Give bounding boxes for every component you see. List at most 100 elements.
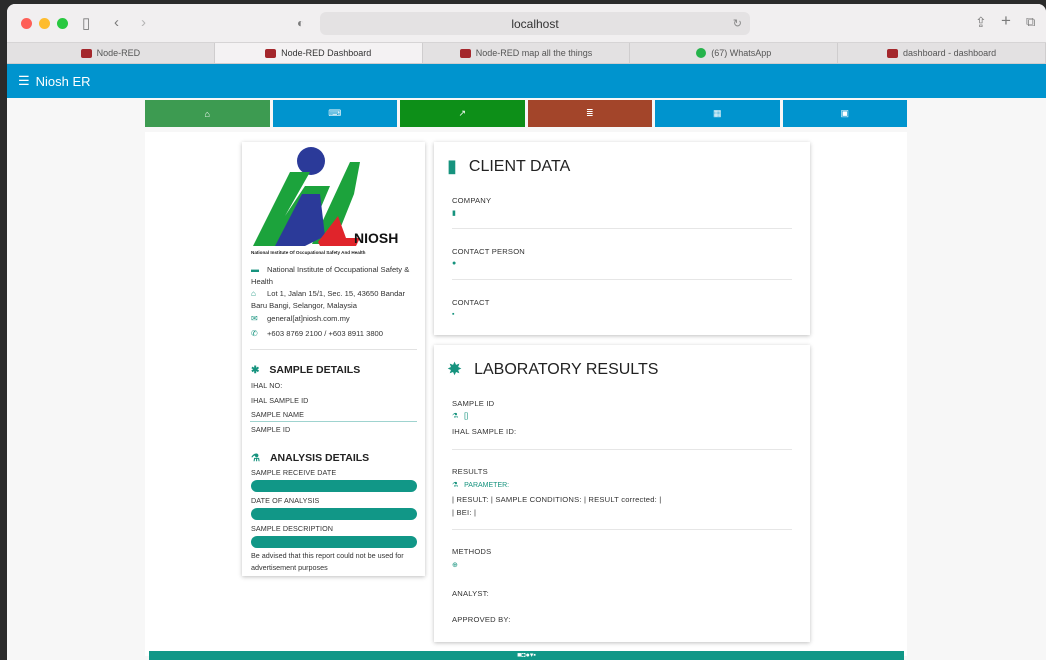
flask-icon: ⚗ <box>251 452 260 464</box>
nav-file-button[interactable]: ▣ <box>782 100 907 127</box>
whatsapp-icon <box>696 48 707 58</box>
divider <box>452 228 792 229</box>
client-data-heading: ▮ CLIENT DATA <box>447 156 570 177</box>
contact-label: CONTACT <box>452 298 490 307</box>
nav-chart-button[interactable]: ↗ <box>400 100 525 127</box>
divider <box>250 349 417 350</box>
dashboard-nav: ⌂ ⌨ ↗ ≣ ▦ ▣ <box>145 100 907 127</box>
org-name: National Institute of Occupational Safet… <box>251 265 410 286</box>
org-address: Lot 1, Jalan 15/1, Sec. 15, 43650 Bandar… <box>251 289 406 310</box>
divider <box>452 449 792 450</box>
lab-results-title: LABORATORY RESULTS <box>474 360 659 378</box>
ihal-sample-id-label: IHAL SAMPLE ID <box>251 396 309 405</box>
tab-node-red[interactable]: Node-RED <box>7 43 215 63</box>
home-icon: ⌂ <box>204 108 210 119</box>
sidebar-toggle-icon[interactable]: ▯ <box>82 14 90 32</box>
sample-name-underline <box>250 421 417 422</box>
description-field[interactable] <box>251 536 417 548</box>
sample-id-label: SAMPLE ID <box>251 425 291 434</box>
node-red-icon <box>265 48 277 58</box>
company-label: COMPANY <box>452 196 492 205</box>
tab-node-red-dashboard[interactable]: Node-RED Dashboard <box>214 43 423 63</box>
back-icon[interactable]: ‹ <box>114 14 119 31</box>
method-icon: ⊕ <box>452 562 458 569</box>
description-label: SAMPLE DESCRIPTION <box>251 524 334 533</box>
social-footer: ■◘●▾▪ <box>149 651 904 660</box>
client-data-title: CLIENT DATA <box>468 157 571 175</box>
date-analysis-field[interactable] <box>251 508 417 520</box>
certificate-icon: ✸ <box>447 359 463 379</box>
sample-id-label: SAMPLE ID <box>452 399 495 408</box>
sample-details-title: SAMPLE DETAILS <box>269 364 361 376</box>
address-bar[interactable]: localhost ↻ <box>320 12 750 35</box>
linkedin-icon[interactable]: ▪ <box>533 652 535 659</box>
date-analysis-label: DATE OF ANALYSIS <box>251 496 320 505</box>
keyboard-icon: ⌨ <box>328 108 342 118</box>
share-icon[interactable]: ⇪ <box>975 14 987 31</box>
home-icon: ⌂ <box>251 289 256 298</box>
parameter-row: ⚗ PARAMETER: <box>452 481 509 489</box>
lab-results-card: ✸ LABORATORY RESULTS SAMPLE ID ⚗ [] IHAL … <box>434 345 810 642</box>
divider <box>452 279 792 280</box>
result-header-line2: | BEI: | <box>452 508 477 517</box>
results-label: RESULTS <box>452 467 488 476</box>
node-red-icon <box>459 48 471 58</box>
address-row: ⌂ Lot 1, Jalan 15/1, Sec. 15, 43650 Banda… <box>251 288 416 312</box>
forward-icon[interactable]: › <box>141 14 146 31</box>
nav-database-button[interactable]: ≣ <box>527 100 652 127</box>
user-icon: ● <box>452 260 457 267</box>
nav-home-button[interactable]: ⌂ <box>145 100 270 127</box>
app-header: ☰ Niosh ER <box>7 64 1046 98</box>
minimize-window-button[interactable] <box>39 17 50 29</box>
line-chart-icon: ↗ <box>458 108 467 118</box>
privacy-shield-icon[interactable]: ◐ <box>297 16 304 30</box>
tab-node-red-map[interactable]: Node-RED map all the things <box>423 43 631 63</box>
nav-table-button[interactable]: ▦ <box>655 100 780 127</box>
flask-icon: ⚗ <box>452 413 459 420</box>
tab-label: Node-RED <box>96 48 141 58</box>
tab-label: dashboard - dashboard <box>903 48 997 58</box>
file-icon: ▣ <box>840 108 849 118</box>
logo-wordmark: NIOSH <box>354 230 398 246</box>
tab-label: Node-RED Dashboard <box>281 48 372 58</box>
company-card: NIOSH National Institute Of Occupational… <box>242 142 425 576</box>
flask-icon: ⚗ <box>452 482 459 489</box>
node-red-icon <box>887 48 899 58</box>
advisory-note: Be advised that this report could not be… <box>251 551 404 572</box>
new-tab-icon[interactable]: + <box>1001 11 1011 31</box>
close-window-button[interactable] <box>21 17 32 29</box>
tab-label: (67) WhatsApp <box>711 48 772 58</box>
client-data-card: ▮ CLIENT DATA COMPANY ▮ CONTACT PERSON ● … <box>434 142 810 335</box>
receive-date-field[interactable] <box>251 480 417 492</box>
briefcase-icon: ▮ <box>447 156 457 176</box>
lab-results-heading: ✸ LABORATORY RESULTS <box>447 359 658 380</box>
zoom-window-button[interactable] <box>57 17 68 29</box>
table-icon: ▦ <box>712 108 722 118</box>
sample-id-value: [] <box>464 413 469 420</box>
node-red-icon <box>80 48 92 58</box>
divider <box>452 529 792 530</box>
nav-keyboard-button[interactable]: ⌨ <box>272 100 397 127</box>
analyst-label: ANALYST: <box>452 589 489 598</box>
org-email: general[at]niosh.com.my <box>267 314 350 323</box>
browser-toolbar: ▯ ‹ › ◐ localhost ↻ ⇪ + ⧉ <box>7 4 1046 42</box>
approved-by-label: APPROVED BY: <box>452 615 511 624</box>
reload-icon[interactable]: ↻ <box>733 17 742 30</box>
sample-id-value-row: ⚗ [] <box>452 412 468 420</box>
sample-name-label: SAMPLE NAME <box>251 410 305 419</box>
org-name-row: ▬ National Institute of Occupational Safe… <box>251 264 416 288</box>
tab-whatsapp[interactable]: (67) WhatsApp <box>630 43 839 63</box>
database-icon: ≣ <box>585 108 594 118</box>
tab-dashboard[interactable]: dashboard - dashboard <box>838 43 1046 63</box>
logo-subtitle: National Institute Of Occupational Safet… <box>251 250 366 255</box>
menu-icon[interactable]: ☰ <box>18 73 30 89</box>
phone-icon: ▪ <box>452 311 455 318</box>
result-header-line1: | RESULT: | SAMPLE CONDITIONS: | RESULT … <box>452 495 662 504</box>
window-controls <box>21 17 68 29</box>
app-title: Niosh ER <box>35 73 91 89</box>
asterisk-icon: ✱ <box>251 364 260 376</box>
tab-strip: Node-RED Node-RED Dashboard Node-RED map… <box>7 42 1046 64</box>
org-phone: +603 8769 2100 / +603 8911 3800 <box>267 329 383 338</box>
ihal-no-label: IHAL NO: <box>251 381 283 390</box>
tab-overview-icon[interactable]: ⧉ <box>1026 14 1035 30</box>
